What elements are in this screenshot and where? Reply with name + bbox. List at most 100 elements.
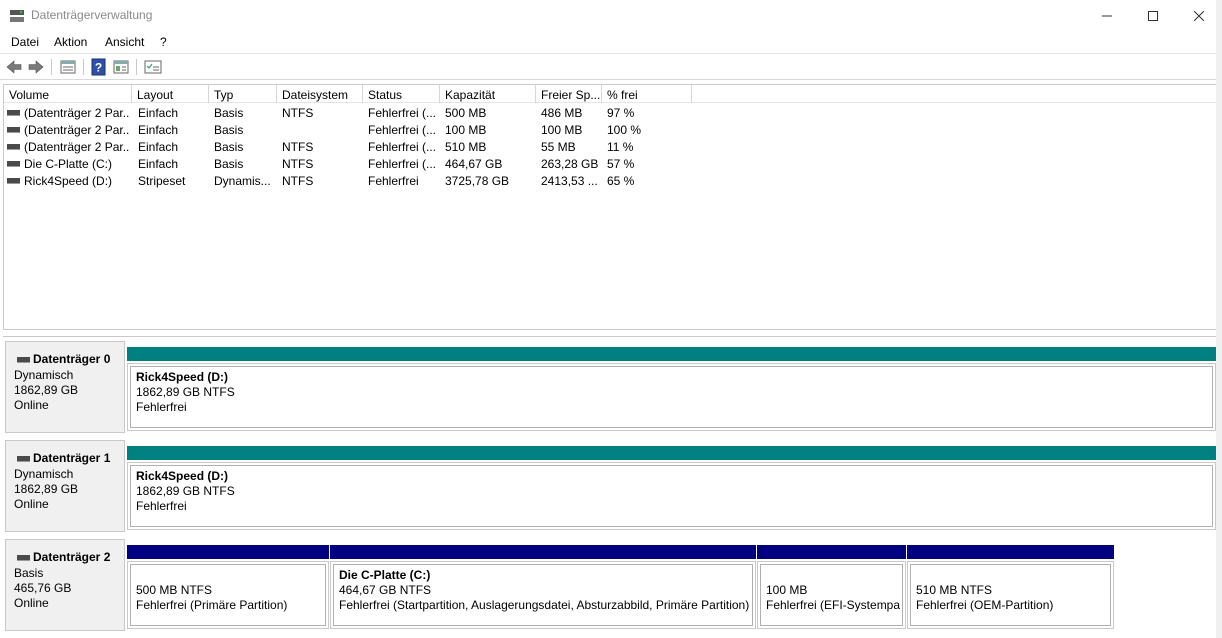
disk-size: 1862,89 GB (14, 383, 79, 397)
cell-prozent: 11 % (607, 140, 634, 154)
partition-block[interactable]: 100 MB Fehlerfrei (EFI-Systempart (757, 539, 906, 631)
cell-dateisystem: NTFS (282, 106, 314, 120)
column-header-volume[interactable]: Volume (4, 85, 132, 103)
cell-typ: Dynamis... (214, 174, 271, 188)
cell-kapazitaet: 3725,78 GB (445, 174, 510, 188)
cell-dateisystem: NTFS (282, 157, 314, 171)
volume-drive-icon (7, 110, 20, 116)
cell-typ: Basis (214, 106, 244, 120)
cell-prozent: 65 % (607, 174, 635, 188)
volume-drive-icon (7, 178, 20, 184)
cell-layout: Stripeset (138, 174, 186, 188)
disk-info-panel[interactable]: Datenträger 1 Dynamisch 1862,89 GB Online (5, 440, 125, 532)
cell-kapazitaet: 500 MB (445, 106, 487, 120)
table-row[interactable]: (Datenträger 2 Par... Einfach Basis NTFS Feh… (4, 104, 1218, 121)
table-row[interactable]: (Datenträger 2 Par... Einfach Basis Fehlerf… (4, 121, 1218, 138)
partition-status: Fehlerfrei (Startpartition, Auslagerungs… (339, 598, 750, 612)
partition-block[interactable]: 510 MB NTFS Fehlerfrei (OEM-Partition) (907, 539, 1114, 631)
cell-layout: Einfach (138, 106, 179, 120)
column-header-kapazitaet[interactable]: Kapazität (440, 85, 536, 103)
partition-size: 1862,89 GB NTFS (136, 484, 235, 498)
table-row[interactable]: (Datenträger 2 Par... Einfach Basis NTFS Feh… (4, 138, 1218, 155)
minimize-button[interactable] (1084, 0, 1130, 32)
menu-aktion[interactable]: Aktion (54, 35, 87, 49)
cell-prozent: 97 % (607, 106, 635, 120)
partition-color-bar (127, 545, 329, 559)
disk-drive-icon (17, 555, 30, 561)
disk-info-panel[interactable]: Datenträger 2 Basis 465,76 GB Online (5, 539, 125, 631)
maximize-button[interactable] (1130, 0, 1176, 32)
title-bar: Datenträgerverwaltung (0, 0, 1222, 32)
cell-frei: 263,28 GB (541, 157, 599, 171)
partition-title: Die C-Platte (C:) (339, 568, 431, 582)
cell-status: Fehlerfrei (... (368, 123, 437, 137)
partition-inner-frame: 510 MB NTFS Fehlerfrei (OEM-Partition) (910, 564, 1111, 626)
disk-type: Basis (14, 566, 44, 580)
partition-inner-frame: 500 MB NTFS Fehlerfrei (Primäre Partition… (130, 564, 326, 626)
cell-volume: Rick4Speed (D:) (24, 174, 113, 188)
toolbar: ? (0, 54, 1222, 80)
disk-name: Datenträger 1 (33, 451, 111, 465)
maximize-icon (1148, 11, 1158, 21)
cell-dateisystem: NTFS (282, 140, 314, 154)
partition-color-bar (127, 347, 1216, 361)
scrollbar-track[interactable] (1216, 0, 1222, 638)
disk-state: Online (14, 497, 49, 511)
partition-inner-frame: Die C-Platte (C:) 464,67 GB NTFS Fehlerfre… (333, 564, 753, 626)
column-header-dateisystem[interactable]: Dateisystem (277, 85, 363, 103)
menu-help[interactable]: ? (160, 35, 167, 49)
partition-status: Fehlerfrei (EFI-Systempart (766, 598, 900, 612)
partition-block[interactable]: Die C-Platte (C:) 464,67 GB NTFS Fehlerfre… (330, 539, 756, 631)
cell-typ: Basis (214, 123, 244, 137)
partition-size: 500 MB NTFS (136, 583, 213, 597)
cell-status: Fehlerfrei (... (368, 140, 437, 154)
volume-list: Volume Layout Typ Dateisystem Status Kap… (3, 84, 1219, 330)
cell-layout: Einfach (138, 123, 179, 137)
disk-type: Dynamisch (14, 368, 74, 382)
partition-body: Die C-Platte (C:) 464,67 GB NTFS Fehlerfre… (330, 561, 756, 629)
checklist-icon[interactable] (144, 58, 162, 76)
menu-ansicht[interactable]: Ansicht (105, 35, 144, 49)
menu-datei[interactable]: Datei (11, 35, 39, 49)
partition-status: Fehlerfrei (136, 400, 187, 414)
disk-info-panel[interactable]: Datenträger 0 Dynamisch 1862,89 GB Online (5, 341, 125, 433)
cell-status: Fehlerfrei (368, 174, 419, 188)
table-row[interactable]: Rick4Speed (D:) Stripeset Dynamis... NTFS Fe… (4, 172, 1218, 189)
partition-block[interactable]: 500 MB NTFS Fehlerfrei (Primäre Partition… (127, 539, 329, 631)
back-arrow-icon[interactable] (5, 58, 23, 76)
cell-frei: 55 MB (541, 140, 576, 154)
column-header-typ[interactable]: Typ (209, 85, 277, 103)
partition-inner-frame: 100 MB Fehlerfrei (EFI-Systempart (760, 564, 903, 626)
cell-layout: Einfach (138, 140, 179, 154)
disk-state: Online (14, 398, 49, 412)
partition-size: 100 MB (766, 583, 808, 597)
column-header-layout[interactable]: Layout (132, 85, 209, 103)
cell-volume: (Datenträger 2 Par... (24, 123, 130, 137)
partition-block[interactable]: Rick4Speed (D:) 1862,89 GB NTFS Fehlerfrei (127, 341, 1216, 433)
properties-icon[interactable] (112, 58, 130, 76)
forward-arrow-icon[interactable] (27, 58, 45, 76)
disk-state: Online (14, 596, 49, 610)
column-header-status[interactable]: Status (363, 85, 440, 103)
menu-bar: Datei Aktion Ansicht ? (0, 32, 1222, 54)
window-title: Datenträgerverwaltung (31, 8, 153, 22)
cell-frei: 486 MB (541, 106, 583, 120)
partition-size: 1862,89 GB NTFS (136, 385, 235, 399)
partition-status: Fehlerfrei (136, 499, 187, 513)
partition-status: Fehlerfrei (OEM-Partition) (916, 598, 1054, 612)
list-view-icon[interactable] (59, 58, 77, 76)
column-header-freier-speicher[interactable]: Freier Sp... (536, 85, 602, 103)
partition-block[interactable]: Rick4Speed (D:) 1862,89 GB NTFS Fehlerfrei (127, 440, 1216, 532)
cell-frei: 100 MB (541, 123, 583, 137)
disk-size: 465,76 GB (14, 581, 72, 595)
volume-drive-icon (7, 161, 20, 167)
cell-prozent: 100 % (607, 123, 642, 137)
help-icon[interactable]: ? (90, 58, 108, 76)
table-row[interactable]: Die C-Platte (C:) Einfach Basis NTFS Fehlerf… (4, 155, 1218, 172)
disk-graphical-view: Datenträger 0 Dynamisch 1862,89 GB Online Ri… (3, 336, 1219, 638)
cell-kapazitaet: 510 MB (445, 140, 487, 154)
column-header-prozent-frei[interactable]: % frei (602, 85, 692, 103)
disk-name: Datenträger 2 (33, 550, 111, 564)
disk-type: Dynamisch (14, 467, 74, 481)
partition-color-bar (757, 545, 906, 559)
